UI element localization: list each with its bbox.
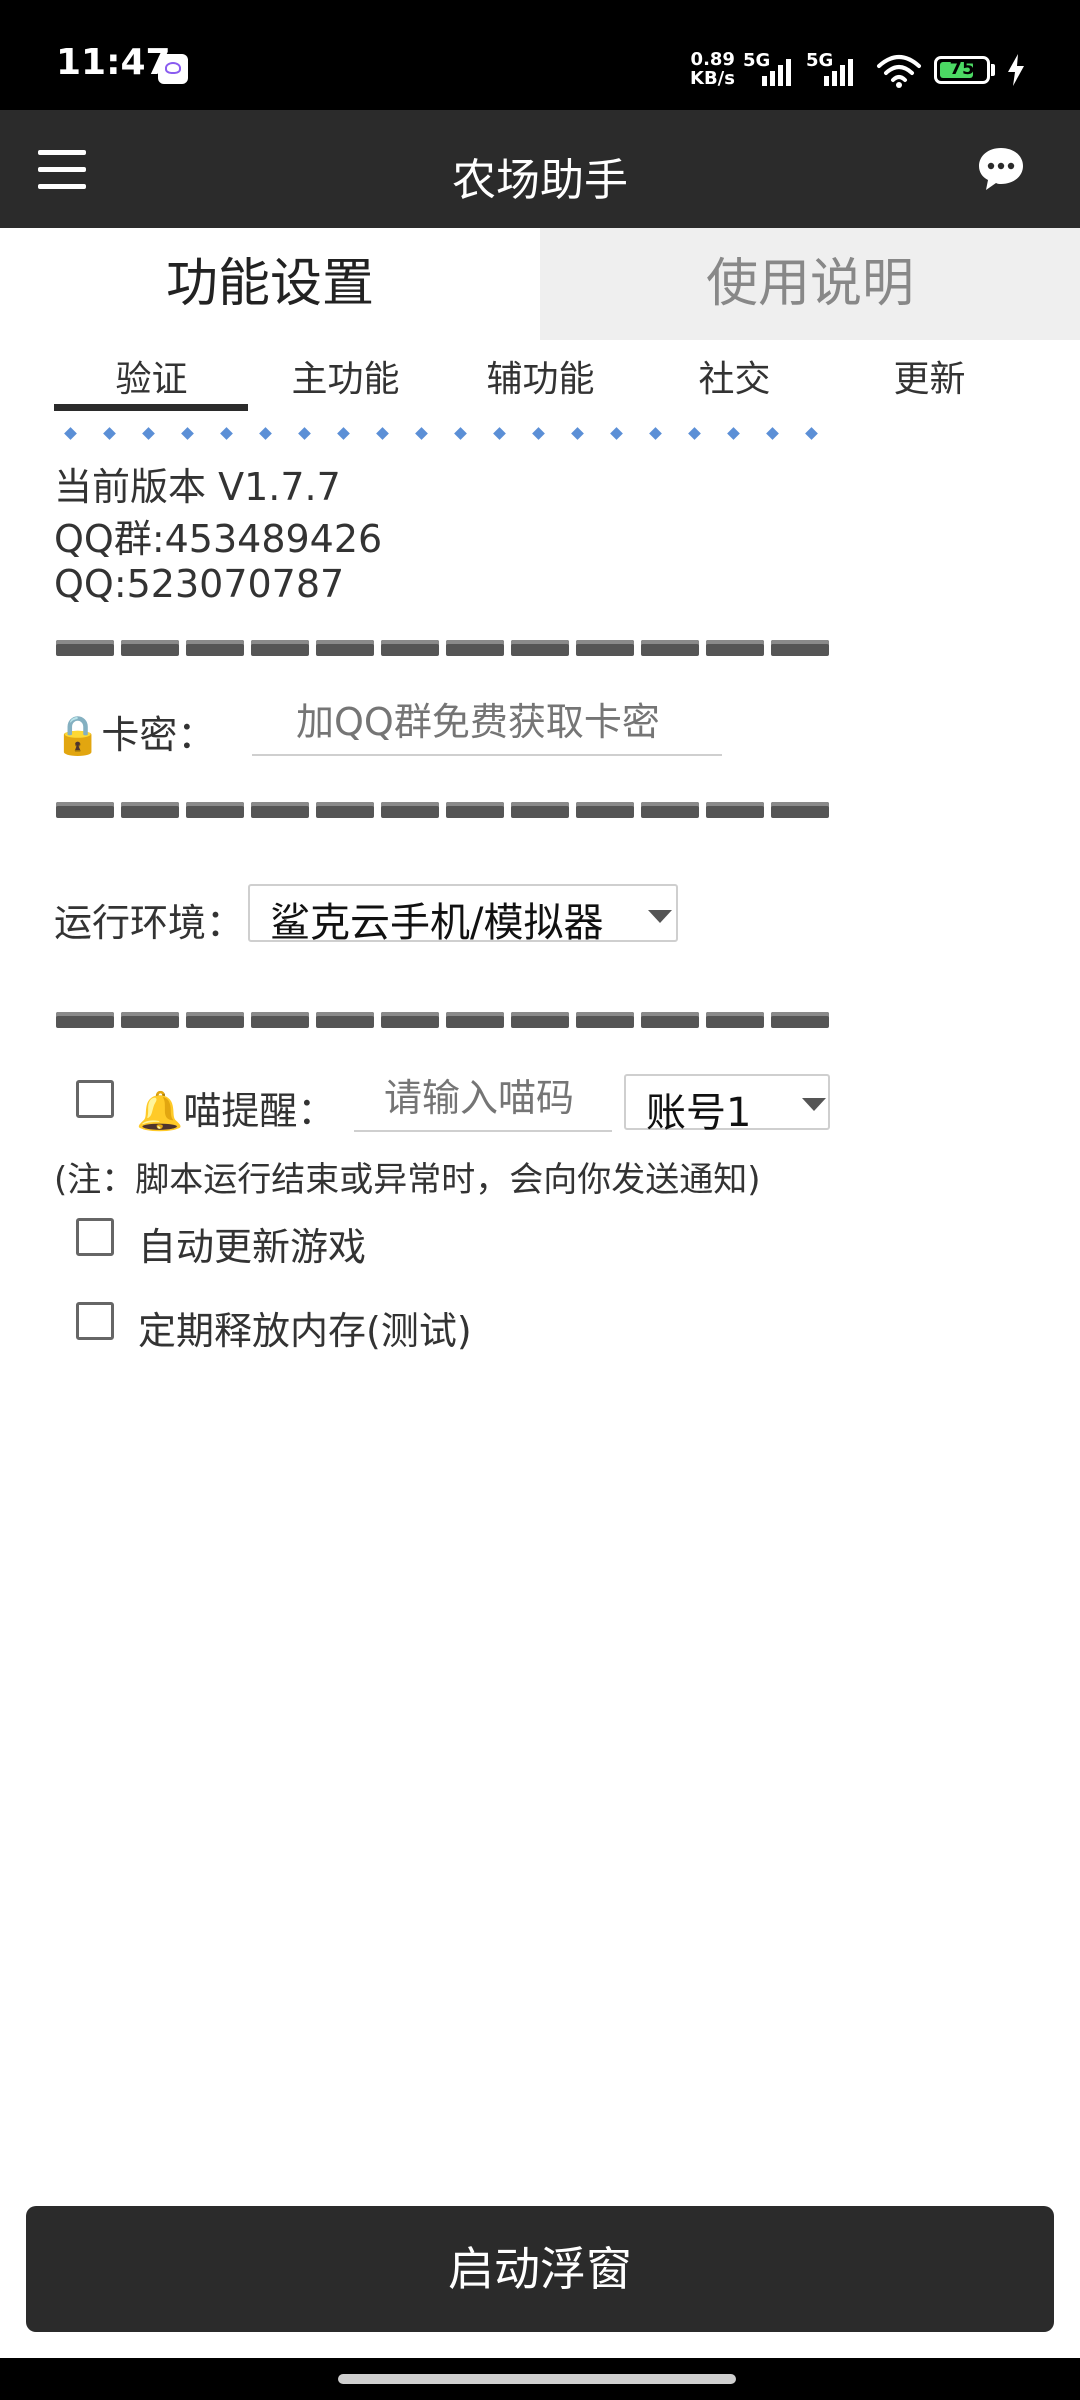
chat-bubble-icon[interactable] bbox=[976, 144, 1026, 194]
run-env-select[interactable]: 鲨克云手机/模拟器 bbox=[248, 884, 678, 946]
subtab-verify[interactable]: 验证 bbox=[54, 350, 249, 406]
battery-tip bbox=[991, 64, 995, 76]
signal-icon-2 bbox=[824, 59, 853, 86]
run-env-label: 运行环境： bbox=[54, 901, 245, 945]
meow-reminder-label: 🔔喵提醒： bbox=[136, 1089, 336, 1133]
battery-icon: 75 bbox=[934, 56, 990, 84]
network-speed-value: 0.89 bbox=[690, 49, 735, 70]
notification-app-icon bbox=[158, 54, 188, 84]
account-select[interactable]: 账号1 bbox=[624, 1074, 830, 1136]
qq-text: QQ:523070787 bbox=[54, 562, 345, 606]
dropdown-arrow-icon bbox=[802, 1098, 826, 1111]
status-time: 11:47 bbox=[56, 42, 171, 83]
subtab-update[interactable]: 更新 bbox=[832, 350, 1027, 406]
charging-icon bbox=[1008, 54, 1024, 86]
dropdown-arrow-icon bbox=[648, 910, 672, 923]
network-speed: 0.89 KB/s bbox=[690, 50, 735, 88]
meow-note: (注：脚本运行结束或异常时，会向你发送通知) bbox=[54, 1160, 761, 1200]
version-text: 当前版本 V1.7.7 bbox=[54, 465, 341, 509]
subtab-aux-function[interactable]: 辅功能 bbox=[443, 350, 638, 406]
tab-usage-instructions[interactable]: 使用说明 bbox=[540, 228, 1080, 340]
run-env-selected: 鲨克云手机/模拟器 bbox=[270, 900, 604, 946]
wifi-icon bbox=[877, 55, 921, 88]
signal-icon bbox=[762, 59, 791, 86]
tab-function-settings[interactable]: 功能设置 bbox=[0, 228, 540, 340]
launch-floating-window-button[interactable]: 启动浮窗 bbox=[26, 2206, 1054, 2332]
qq-group-text: QQ群:453489426 bbox=[54, 517, 383, 561]
meow-reminder-checkbox[interactable] bbox=[76, 1080, 114, 1118]
network-speed-unit: KB/s bbox=[690, 68, 735, 89]
home-indicator[interactable] bbox=[338, 2374, 736, 2384]
subtab-main-function[interactable]: 主功能 bbox=[248, 350, 443, 406]
meow-code-input[interactable] bbox=[354, 1076, 612, 1132]
release-memory-checkbox[interactable] bbox=[76, 1302, 114, 1340]
status-bar: 11:47 0.89 KB/s 5G 5G 75 bbox=[0, 0, 1080, 110]
auto-update-label: 自动更新游戏 bbox=[138, 1225, 367, 1269]
card-key-label: 🔒卡密： bbox=[54, 713, 216, 757]
dotted-divider bbox=[64, 427, 818, 440]
subtab-social[interactable]: 社交 bbox=[637, 350, 832, 406]
battery-level: 75 bbox=[949, 58, 975, 79]
card-key-input[interactable] bbox=[252, 700, 722, 756]
release-memory-label: 定期释放内存(测试) bbox=[138, 1309, 472, 1353]
app-bar: 农场助手 bbox=[0, 110, 1080, 228]
auto-update-checkbox[interactable] bbox=[76, 1218, 114, 1256]
active-tab-indicator bbox=[54, 404, 248, 411]
account-selected: 账号1 bbox=[646, 1090, 752, 1136]
app-title: 农场助手 bbox=[452, 155, 628, 206]
